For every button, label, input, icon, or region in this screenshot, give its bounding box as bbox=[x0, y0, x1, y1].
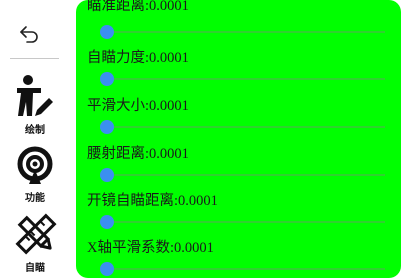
setting-smooth-size: 平滑大小:0.0001 bbox=[76, 96, 401, 144]
back-arrow-icon bbox=[20, 26, 38, 43]
slider-track[interactable] bbox=[107, 268, 385, 270]
sidebar-item-label: 功能 bbox=[25, 193, 45, 204]
slider-thumb[interactable] bbox=[100, 215, 114, 229]
slider-thumb[interactable] bbox=[100, 262, 114, 276]
slider-track[interactable] bbox=[107, 31, 385, 33]
sidebar-item-function[interactable]: 功能 bbox=[7, 146, 63, 206]
setting-label: 自瞄力度:0.0001 bbox=[87, 50, 189, 66]
slider-track[interactable] bbox=[107, 126, 385, 128]
setting-ads-aim-distance: 开镜自瞄距离:0.0001 bbox=[76, 191, 401, 239]
sidebar-divider bbox=[10, 58, 59, 59]
setting-label: X轴平滑系数:0.0001 bbox=[87, 240, 214, 256]
slider-track[interactable] bbox=[107, 78, 385, 80]
radar-signal-icon bbox=[17, 146, 53, 184]
setting-x-axis-smoothing: X轴平滑系数:0.0001 bbox=[76, 238, 401, 278]
slider-track[interactable] bbox=[107, 174, 385, 176]
draw-person-pen-icon bbox=[17, 75, 53, 116]
sidebar-item-label: 绘制 bbox=[25, 125, 45, 136]
setting-label: 开镜自瞄距离:0.0001 bbox=[87, 193, 218, 209]
slider-track[interactable] bbox=[107, 221, 385, 223]
slider-thumb[interactable] bbox=[100, 168, 114, 182]
setting-label: 瞄准距离:0.0001 bbox=[87, 0, 189, 14]
setting-label: 腰射距离:0.0001 bbox=[87, 146, 189, 162]
slider-thumb[interactable] bbox=[100, 72, 114, 86]
back-button[interactable] bbox=[18, 24, 42, 44]
setting-label: 平滑大小:0.0001 bbox=[87, 98, 189, 114]
slider-thumb[interactable] bbox=[100, 25, 114, 39]
sidebar-item-draw[interactable]: 绘制 bbox=[7, 74, 63, 136]
sidebar-item-label: 自瞄 bbox=[25, 263, 45, 274]
settings-panel: 瞄准距离:0.0001 自瞄力度:0.0001 平滑大小:0.0001 腰射距离… bbox=[76, 0, 401, 278]
sidebar: 绘制 功能 自瞄 bbox=[0, 0, 70, 277]
sidebar-item-aimbot[interactable]: 自瞄 bbox=[7, 212, 63, 274]
setting-hipfire-distance: 腰射距离:0.0001 bbox=[76, 144, 401, 192]
setting-aim-distance: 瞄准距离:0.0001 bbox=[76, 0, 401, 48]
setting-aim-strength: 自瞄力度:0.0001 bbox=[76, 48, 401, 96]
ruler-pencil-icon bbox=[15, 213, 57, 255]
slider-thumb[interactable] bbox=[100, 120, 114, 134]
